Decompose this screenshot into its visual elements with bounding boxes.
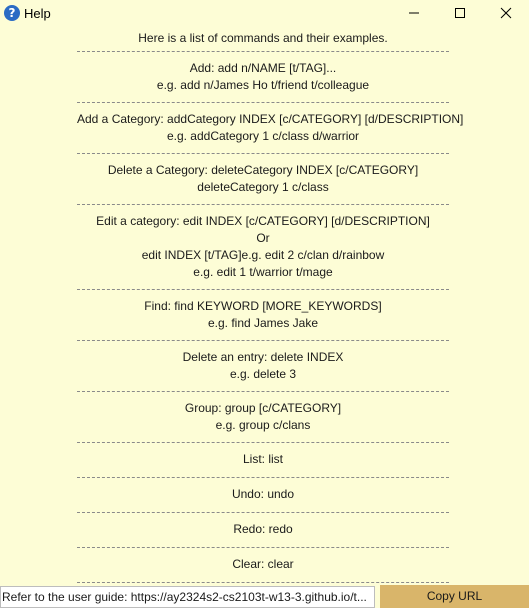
command-section: Group: group [c/CATEGORY] e.g. group c/cl… [77, 392, 449, 443]
command-example: e.g. group c/clans [215, 418, 311, 432]
window-controls [391, 0, 529, 26]
command-section: Add a Category: addCategory INDEX [c/CAT… [77, 103, 464, 154]
copy-url-button[interactable]: Copy URL [380, 585, 529, 608]
command-syntax: Find: find KEYWORD [MORE_KEYWORDS] [144, 299, 382, 313]
close-icon [500, 7, 512, 19]
command-section: Add: add n/NAME [t/TAG]... e.g. add n/Jam… [77, 52, 449, 103]
help-intro: Here is a list of commands and their exa… [77, 28, 449, 52]
command-example: deleteCategory 1 c/class [197, 180, 329, 194]
help-intro-text: Here is a list of commands and their exa… [138, 31, 388, 45]
window-title: Help [24, 5, 51, 21]
command-section: List: list [77, 443, 449, 478]
close-button[interactable] [483, 0, 529, 26]
command-syntax: List: list [242, 452, 283, 466]
minimize-icon [409, 12, 419, 14]
command-section: Undo: undo [77, 478, 449, 513]
footer: Refer to the user guide: https://ay2324s… [0, 585, 529, 608]
help-content: Here is a list of commands and their exa… [77, 28, 464, 583]
command-example: edit INDEX [t/TAG]e.g. edit 2 c/clan d/r… [141, 248, 385, 262]
command-section: Redo: redo [77, 513, 449, 548]
command-syntax: Group: group [c/CATEGORY] [184, 401, 342, 415]
command-example: e.g. find James Jake [207, 316, 319, 330]
command-syntax: Undo: undo [231, 487, 295, 501]
command-example: e.g. edit 1 t/warrior t/mage [193, 265, 333, 279]
command-syntax: Add: add n/NAME [t/TAG]... [189, 61, 337, 75]
maximize-button[interactable] [437, 0, 483, 26]
title-bar: ? Help [0, 0, 529, 26]
command-example: Or [256, 231, 270, 245]
command-syntax: Add a Category: addCategory INDEX [c/CAT… [77, 112, 464, 126]
command-syntax: Redo: redo [233, 522, 293, 536]
command-example: e.g. add n/James Ho t/friend t/colleague [156, 78, 370, 92]
command-section: Edit a category: edit INDEX [c/CATEGORY]… [77, 205, 449, 290]
user-guide-url-field[interactable]: Refer to the user guide: https://ay2324s… [0, 586, 375, 608]
minimize-button[interactable] [391, 0, 437, 26]
command-example: e.g. delete 3 [229, 367, 297, 381]
command-syntax: Delete an entry: delete INDEX [182, 350, 344, 364]
command-syntax: Clear: clear [232, 557, 294, 571]
command-syntax: Delete a Category: deleteCategory INDEX … [107, 163, 419, 177]
command-section: Clear: clear [77, 548, 449, 583]
command-section: Delete an entry: delete INDEX e.g. delete… [77, 341, 449, 392]
command-section: Find: find KEYWORD [MORE_KEYWORDS] e.g. f… [77, 290, 449, 341]
command-syntax: Edit a category: edit INDEX [c/CATEGORY]… [96, 214, 430, 228]
command-section: Delete a Category: deleteCategory INDEX … [77, 154, 449, 205]
command-example: e.g. addCategory 1 c/class d/warrior [166, 129, 360, 143]
help-question-icon: ? [4, 5, 20, 21]
maximize-icon [455, 8, 465, 18]
